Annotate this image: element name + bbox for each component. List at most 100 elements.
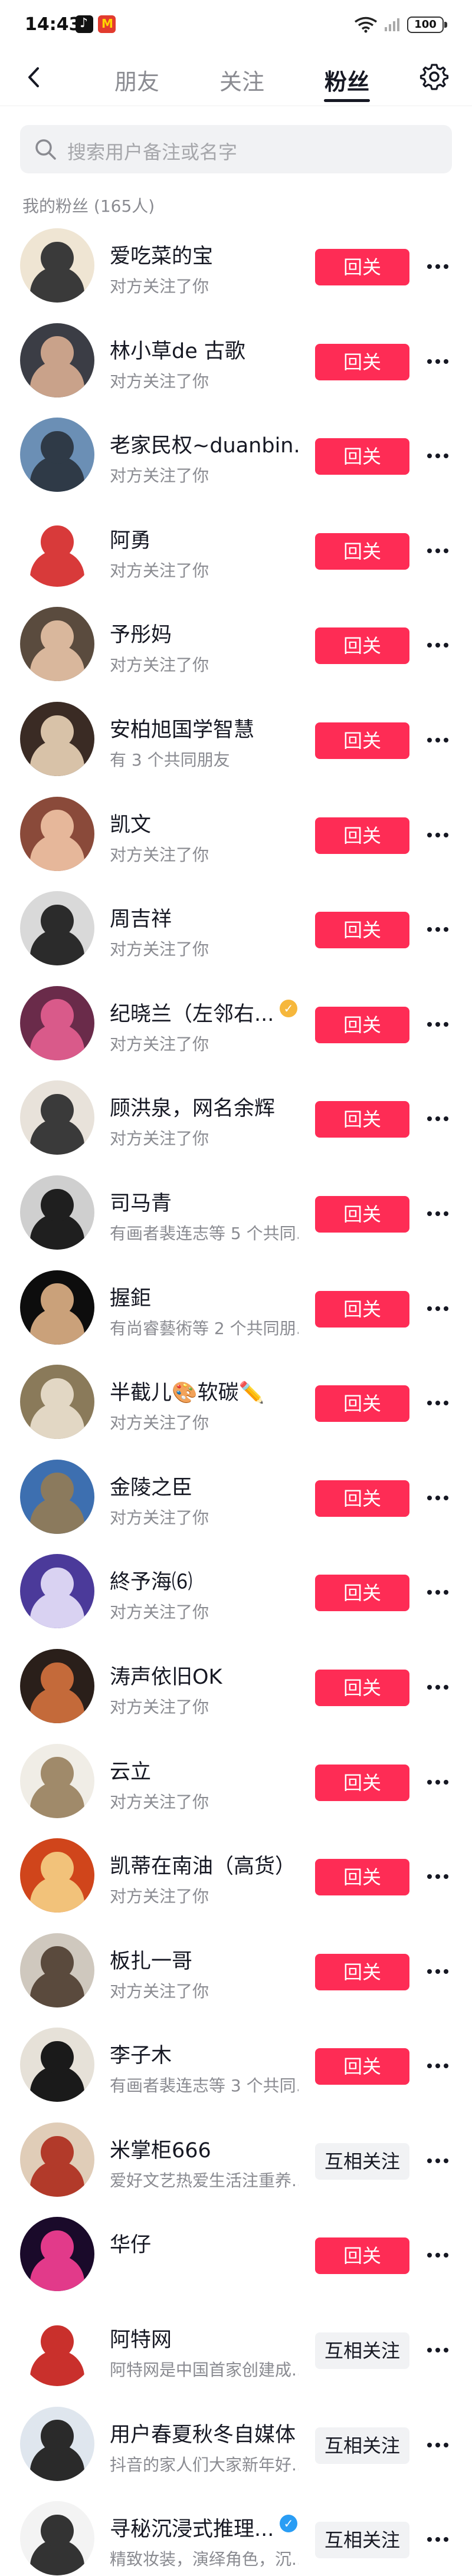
follow-back-button[interactable]: 回关 [315,1480,409,1517]
avatar[interactable] [20,701,94,776]
list-item[interactable]: 握鉅 有尚睿藝術等 2 个共同朋... 回关 [0,1260,472,1355]
follow-back-button[interactable]: 回关 [315,912,409,949]
avatar[interactable] [20,796,94,871]
more-options-icon[interactable] [422,2524,453,2554]
avatar[interactable] [20,323,94,397]
more-options-icon[interactable] [422,346,453,376]
more-options-icon[interactable] [422,1009,453,1039]
list-item[interactable]: 华仔 回关 [0,2207,472,2302]
tab-following[interactable]: 关注 [219,64,264,96]
follow-back-button[interactable]: 回关 [315,1101,409,1138]
search-input[interactable]: 搜索用户备注或名字 [20,125,452,173]
list-item[interactable]: 林小草de 古歌 对方关注了你 回关 [0,313,472,408]
avatar[interactable] [20,2501,94,2576]
list-item[interactable]: 板扎一哥 对方关注了你 回关 [0,1923,472,2018]
avatar[interactable] [20,891,94,966]
more-options-icon[interactable] [422,2145,453,2175]
list-item[interactable]: 涛声依旧OK 对方关注了你 回关 [0,1639,472,1734]
list-item[interactable]: 李子木 有画者裴连志等 3 个共同... 回关 [0,2018,472,2112]
follow-back-button[interactable]: 回关 [315,2237,409,2275]
follow-back-button[interactable]: 回关 [315,722,409,759]
list-item[interactable]: 凯蒂在南油（高货） 对方关注了你 回关 [0,1828,472,1923]
more-options-icon[interactable] [422,1767,453,1796]
avatar[interactable] [20,228,94,303]
more-options-icon[interactable] [422,630,453,659]
follow-back-button[interactable]: 回关 [315,438,409,475]
avatar[interactable] [20,2312,94,2387]
more-options-icon[interactable] [422,1672,453,1701]
more-options-icon[interactable] [422,1103,453,1133]
avatar[interactable] [20,512,94,587]
list-item[interactable]: 周吉祥 对方关注了你 回关 [0,881,472,976]
list-item[interactable]: 寻秘沉浸式推理... ✓ 精致妆装，演绎角色，沉... 互相关注 [0,2491,472,2576]
list-item[interactable]: 安柏旭国学智慧有 3 个共同朋友 回关 [0,692,472,787]
mutual-follow-button[interactable]: 互相关注 [315,2332,409,2370]
list-item[interactable]: 凯文 对方关注了你 回关 [0,787,472,882]
mutual-follow-button[interactable]: 互相关注 [315,2143,409,2180]
avatar[interactable] [20,1459,94,1534]
follow-back-button[interactable]: 回关 [315,1859,409,1896]
list-item[interactable]: 纪晓兰（左邻右... ✓ 对方关注了你 回关 [0,976,472,1071]
list-item[interactable]: 阿勇 对方关注了你 回关 [0,502,472,597]
avatar[interactable] [20,1365,94,1440]
back-arrow-icon[interactable] [20,63,50,92]
list-item[interactable]: 終予海⑹ 对方关注了你 回关 [0,1544,472,1639]
more-options-icon[interactable] [422,1956,453,1986]
list-item[interactable]: 半截儿🎨软碳✏️ 对方关注了你 回关 [0,1355,472,1450]
more-options-icon[interactable] [422,914,453,944]
more-options-icon[interactable] [422,535,453,565]
avatar[interactable] [20,985,94,1060]
follow-back-button[interactable]: 回关 [315,817,409,854]
list-item[interactable]: 云立 对方关注了你 回关 [0,1734,472,1829]
follow-back-button[interactable]: 回关 [315,627,409,665]
follow-back-button[interactable]: 回关 [315,1669,409,1706]
list-item[interactable]: 老家民权~duanbin... 对方关注了你 回关 [0,408,472,502]
follow-back-button[interactable]: 回关 [315,249,409,285]
avatar[interactable] [20,1838,94,1913]
more-options-icon[interactable] [422,1861,453,1891]
list-item[interactable]: 阿特网 阿特网是中国首家创建成... 互相关注 [0,2302,472,2397]
more-options-icon[interactable] [422,251,453,281]
follow-back-button[interactable]: 回关 [315,1764,409,1801]
avatar[interactable] [20,1743,94,1818]
follow-back-button[interactable]: 回关 [315,1195,409,1233]
avatar[interactable] [20,1933,94,2007]
follow-back-button[interactable]: 回关 [315,1006,409,1043]
avatar[interactable] [20,2406,94,2481]
mutual-follow-button[interactable]: 互相关注 [315,2427,409,2464]
tab-friends[interactable]: 朋友 [114,64,159,96]
more-options-icon[interactable] [422,2240,453,2269]
more-options-icon[interactable] [422,2430,453,2459]
avatar[interactable] [20,1080,94,1155]
avatar[interactable] [20,1648,94,1723]
tab-fans[interactable]: 粉丝 [324,64,369,96]
mutual-follow-button[interactable]: 互相关注 [315,2522,409,2559]
follow-back-button[interactable]: 回关 [315,533,409,570]
more-options-icon[interactable] [422,1293,453,1323]
more-options-icon[interactable] [422,441,453,470]
list-item[interactable]: 金陵之臣 对方关注了你 回关 [0,1450,472,1545]
gear-icon[interactable] [419,61,450,92]
avatar[interactable] [20,2028,94,2102]
list-item[interactable]: 米掌柜666 爱好文艺热爱生活注重养... 互相关注 [0,2112,472,2207]
list-item[interactable]: 爱吃菜的宝 对方关注了你 回关 [0,218,472,313]
avatar[interactable] [20,1270,94,1345]
list-item[interactable]: 用户春夏秋冬自媒体 抖音的家人们大家新年好... 互相关注 [0,2397,472,2492]
more-options-icon[interactable] [422,725,453,754]
avatar[interactable] [20,1554,94,1629]
avatar[interactable] [20,418,94,492]
more-options-icon[interactable] [422,2335,453,2364]
more-options-icon[interactable] [422,1577,453,1606]
follow-back-button[interactable]: 回关 [315,1953,409,1990]
more-options-icon[interactable] [422,1198,453,1228]
list-item[interactable]: 顾洪泉，网名余辉 对方关注了你 回关 [0,1070,472,1165]
follow-back-button[interactable]: 回关 [315,2048,409,2085]
more-options-icon[interactable] [422,2051,453,2080]
list-item[interactable]: 司马青 有画者裴连志等 5 个共同... 回关 [0,1165,472,1260]
follow-back-button[interactable]: 回关 [315,1385,409,1422]
follow-back-button[interactable]: 回关 [315,1290,409,1328]
follow-back-button[interactable]: 回关 [315,1575,409,1612]
more-options-icon[interactable] [422,1388,453,1417]
avatar[interactable] [20,607,94,682]
avatar[interactable] [20,2122,94,2197]
